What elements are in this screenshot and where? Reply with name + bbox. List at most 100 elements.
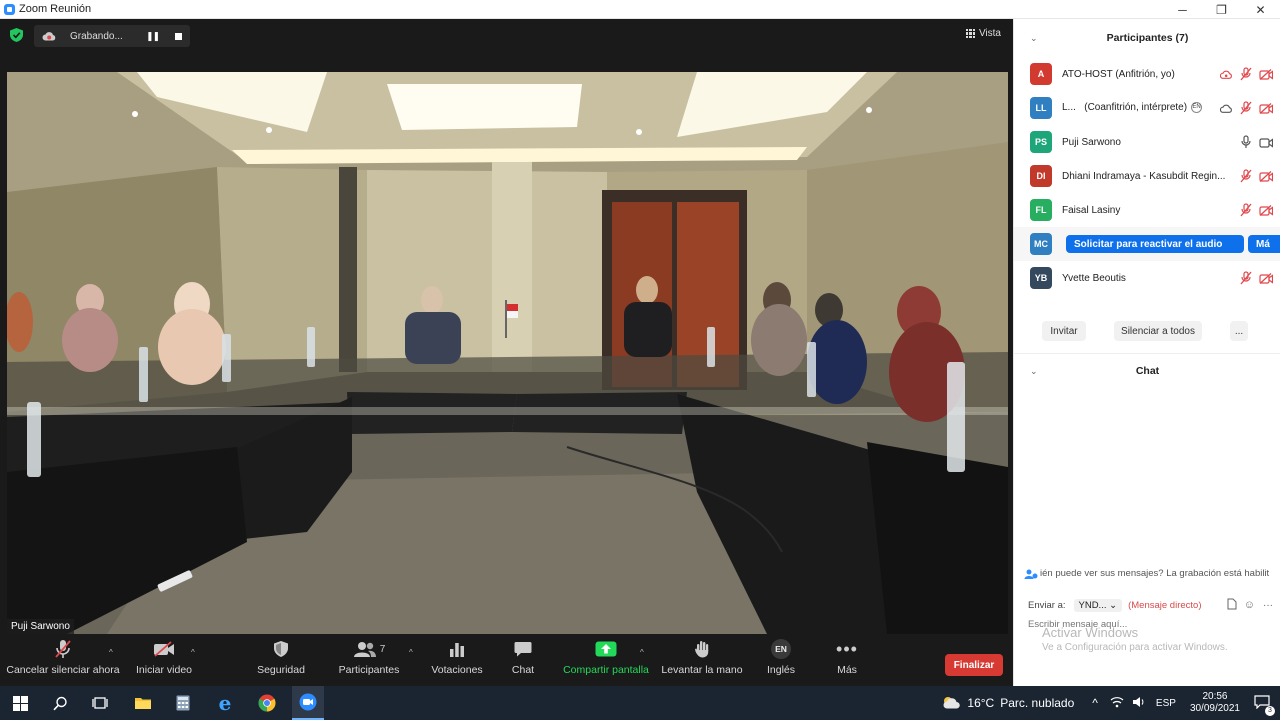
collapse-chevron-icon[interactable]: ⌄ xyxy=(1030,33,1038,44)
system-tray: 16°C Parc. nublado ^ ESP 20:56 30/09/202… xyxy=(941,686,1280,720)
recipient-select[interactable]: YND... ⌄ xyxy=(1073,598,1123,612)
unmute-button[interactable]: Cancelar silenciar ahora xyxy=(4,634,122,686)
zoom-taskbar-icon[interactable] xyxy=(292,686,324,720)
close-button[interactable]: ✕ xyxy=(1241,0,1280,19)
minimize-button[interactable]: ─ xyxy=(1163,0,1202,19)
microphone-icon[interactable] xyxy=(1239,135,1253,149)
mic-muted-icon[interactable] xyxy=(1239,101,1253,115)
chat-notice-text: ién puede ver sus mensajes? La grabación… xyxy=(1040,568,1270,579)
file-explorer-icon[interactable] xyxy=(128,686,158,720)
chat-title: Chat xyxy=(1135,365,1160,377)
share-options-chevron-icon[interactable]: ^ xyxy=(640,648,644,657)
more-options-button[interactable]: Má xyxy=(1248,235,1280,253)
zoom-logo-icon xyxy=(4,3,15,15)
participants-button[interactable]: 7 Participantes xyxy=(336,634,402,686)
show-hidden-icons-chevron-icon[interactable]: ^ xyxy=(1092,696,1098,710)
video-off-icon[interactable] xyxy=(1259,101,1273,115)
language-badge: EN xyxy=(1191,102,1203,114)
weather-text[interactable]: Parc. nublado xyxy=(1000,696,1074,710)
security-button[interactable]: Seguridad xyxy=(252,634,310,686)
notification-count: 3 xyxy=(1265,705,1275,716)
stop-recording-icon[interactable] xyxy=(175,32,183,40)
search-icon[interactable] xyxy=(46,686,74,720)
temperature[interactable]: 16°C xyxy=(967,696,994,710)
side-panel: ⌄ Participantes (7) A ATO-HOST (Anfitrió… xyxy=(1013,19,1280,686)
participant-row[interactable]: A ATO-HOST (Anfitrión, yo) xyxy=(1014,57,1280,91)
recipient-value: YND... xyxy=(1078,599,1107,611)
ask-to-unmute-button[interactable]: Solicitar para reactivar el audio xyxy=(1066,235,1244,253)
cloud-recording-icon xyxy=(1219,67,1233,81)
participants-header[interactable]: ⌄ Participantes (7) xyxy=(1014,27,1280,49)
interpretation-button[interactable]: EN Inglés xyxy=(762,634,800,686)
view-button[interactable]: Vista xyxy=(965,28,1001,39)
participant-row[interactable]: LL L... (Coanfitrión, intérprete) EN xyxy=(1014,91,1280,125)
chat-header[interactable]: ⌄ Chat xyxy=(1014,360,1280,382)
internet-explorer-icon[interactable]: e xyxy=(210,686,240,720)
recording-indicator: Grabando... ❚❚ xyxy=(34,25,190,47)
input-language[interactable]: ESP xyxy=(1156,698,1176,709)
start-video-button[interactable]: Iniciar video xyxy=(132,634,196,686)
polls-button[interactable]: Votaciones xyxy=(428,634,486,686)
notifications-icon[interactable]: 3 xyxy=(1254,694,1275,716)
raise-hand-button[interactable]: Levantar la mano xyxy=(660,634,744,686)
conference-room-image xyxy=(7,72,1008,634)
meeting-area: Grabando... ❚❚ Vista Puji Sarwono xyxy=(0,19,1013,634)
share-screen-button[interactable]: Compartir pantalla xyxy=(560,634,652,686)
mic-muted-icon[interactable] xyxy=(1239,271,1253,285)
mic-muted-icon[interactable] xyxy=(1239,169,1253,183)
mic-muted-icon[interactable] xyxy=(1239,67,1253,81)
meeting-toolbar: Cancelar silenciar ahora ^ Iniciar video… xyxy=(0,634,1013,686)
encryption-shield-icon[interactable] xyxy=(10,28,23,42)
clock[interactable]: 20:56 30/09/2021 xyxy=(1190,691,1240,715)
send-to-label: Enviar a: xyxy=(1028,599,1066,611)
volume-icon[interactable] xyxy=(1132,696,1146,711)
weather-cloud-icon[interactable] xyxy=(941,695,961,712)
participant-row[interactable]: DI Dhiani Indramaya - Kasubdit Regin... xyxy=(1014,159,1280,193)
end-meeting-button[interactable]: Finalizar xyxy=(945,654,1003,676)
chrome-icon[interactable] xyxy=(252,686,282,720)
video-options-chevron-icon[interactable]: ^ xyxy=(191,648,195,657)
file-icon[interactable] xyxy=(1227,598,1237,613)
task-view-icon[interactable] xyxy=(86,686,114,720)
collapse-chevron-icon[interactable]: ⌄ xyxy=(1030,366,1038,377)
maximize-button[interactable]: ❐ xyxy=(1202,0,1241,19)
video-off-icon[interactable] xyxy=(1259,67,1273,81)
video-off-icon[interactable] xyxy=(1259,169,1273,183)
chat-send-to-row: Enviar a: YND... ⌄ (Mensaje directo) ☺ ·… xyxy=(1028,597,1273,613)
view-label: Vista xyxy=(978,28,1001,39)
audio-options-chevron-icon[interactable]: ^ xyxy=(109,648,113,657)
network-icon[interactable] xyxy=(1110,696,1124,711)
avatar: YB xyxy=(1030,267,1052,289)
interpretation-label: Inglés xyxy=(766,664,796,676)
more-button[interactable]: ••• Más xyxy=(830,634,864,686)
participant-row[interactable]: PS Puji Sarwono xyxy=(1014,125,1280,159)
invite-button[interactable]: Invitar xyxy=(1042,321,1086,341)
participant-name: Faisal Lasiny xyxy=(1062,204,1121,216)
more-label: Más xyxy=(837,664,857,676)
participant-row[interactable]: YB Yvette Beoutis xyxy=(1014,261,1280,295)
participants-options-chevron-icon[interactable]: ^ xyxy=(409,648,413,657)
avatar: FL xyxy=(1030,199,1052,221)
mic-muted-icon[interactable] xyxy=(1239,203,1253,217)
speaker-name-tag: Puji Sarwono xyxy=(7,619,74,634)
more-options-ellipsis-button[interactable]: ... xyxy=(1230,321,1248,341)
more-dots-icon[interactable]: ··· xyxy=(1263,600,1273,611)
polls-chart-icon xyxy=(450,643,464,657)
participant-row[interactable]: FL Faisal Lasiny xyxy=(1014,193,1280,227)
participant-name: Yvette Beoutis xyxy=(1062,272,1126,284)
start-windows-icon[interactable] xyxy=(4,686,36,720)
pause-recording-icon[interactable]: ❚❚ xyxy=(146,31,160,42)
emoji-icon[interactable]: ☺ xyxy=(1244,599,1255,611)
calculator-icon[interactable] xyxy=(168,686,198,720)
chat-button[interactable]: Chat xyxy=(505,634,541,686)
active-speaker-video xyxy=(7,72,1008,634)
title-bar: Zoom Reunión ─ ❐ ✕ xyxy=(0,0,1280,19)
chat-message-input[interactable] xyxy=(1028,619,1268,630)
video-camera-icon[interactable] xyxy=(1259,135,1273,149)
participant-row-hovered[interactable]: MC Solicitar para reactivar el audio Má xyxy=(1014,227,1280,261)
mute-all-button[interactable]: Silenciar a todos xyxy=(1114,321,1202,341)
people-info-icon xyxy=(1024,569,1038,579)
video-off-icon[interactable] xyxy=(1259,271,1273,285)
video-off-icon[interactable] xyxy=(1259,203,1273,217)
participants-label: Participantes xyxy=(338,664,400,676)
